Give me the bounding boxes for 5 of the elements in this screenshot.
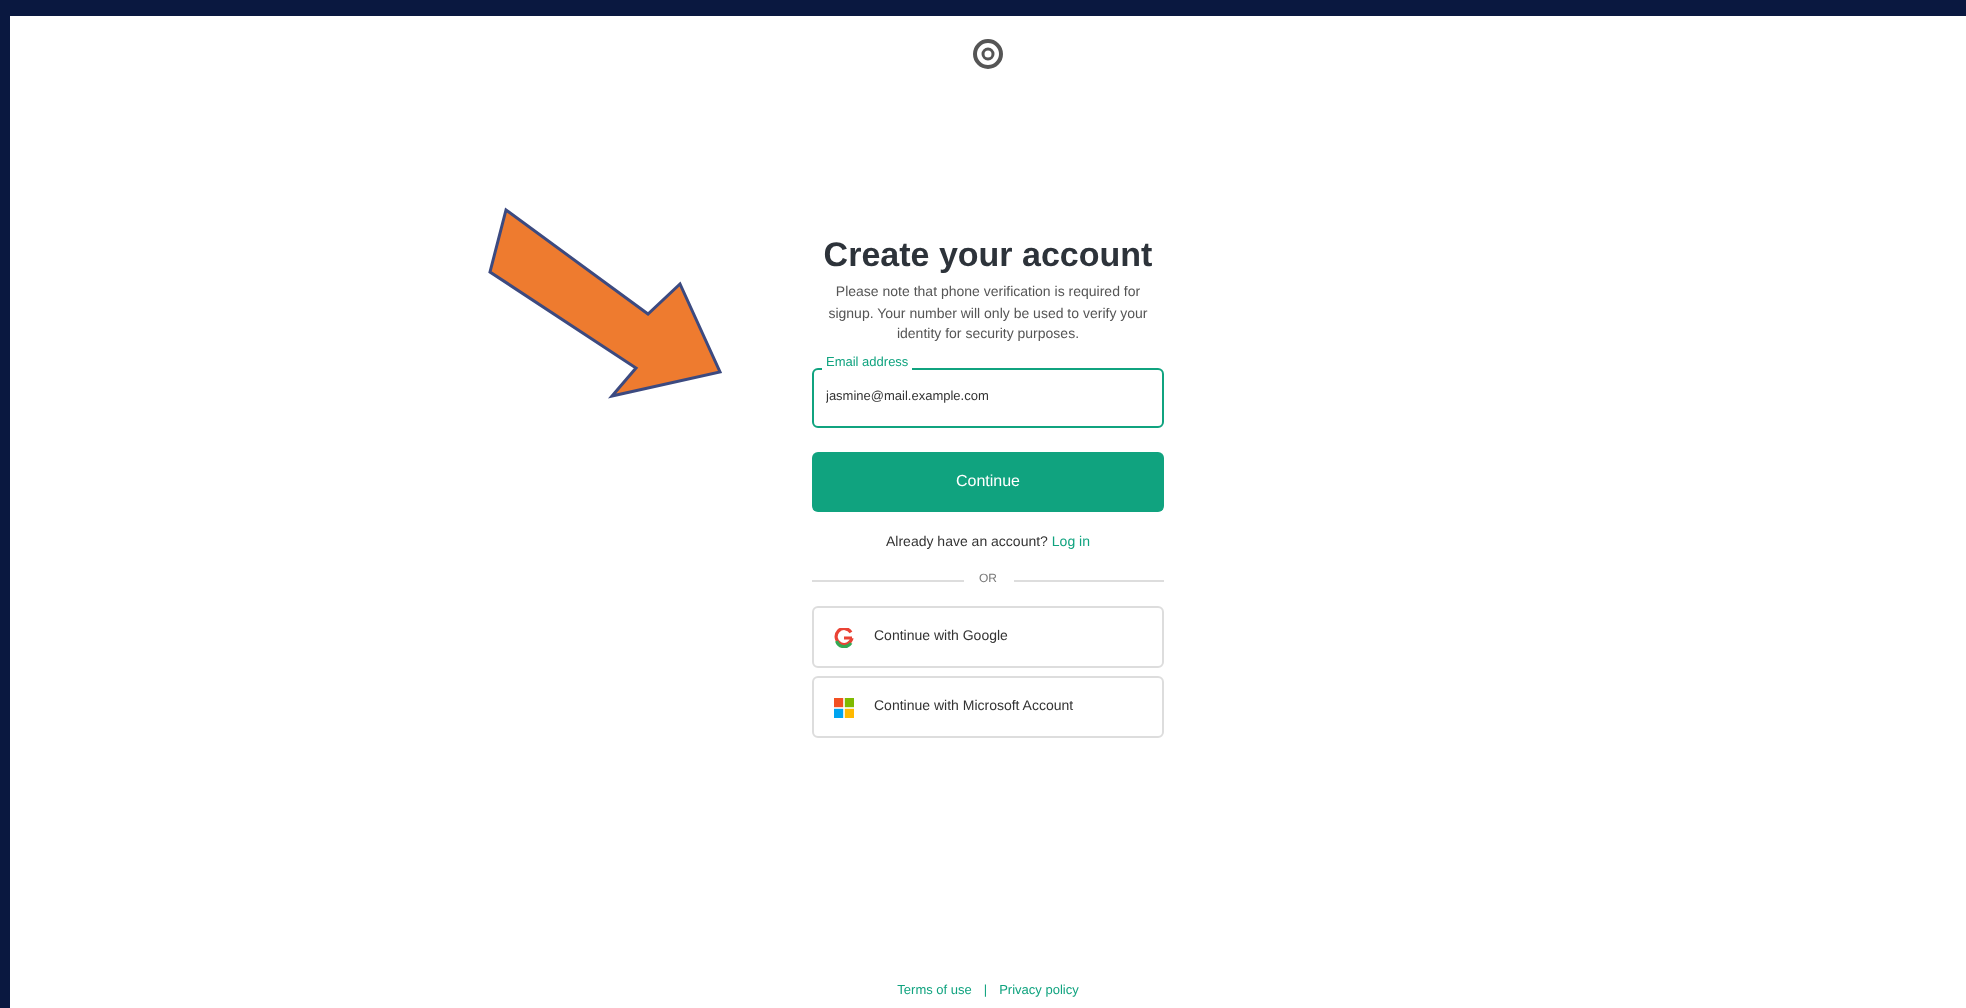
page-title: Create your account: [823, 236, 1153, 277]
google-icon: [834, 627, 854, 648]
continue-button[interactable]: Continue: [812, 451, 1164, 512]
windows-icon: [834, 697, 854, 718]
logo-icon: [972, 38, 1004, 70]
